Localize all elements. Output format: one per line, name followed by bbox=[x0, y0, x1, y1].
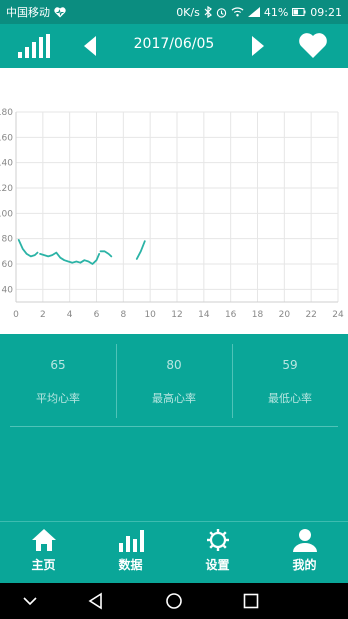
x-tick-label: 24 bbox=[332, 310, 344, 320]
heart-icon[interactable] bbox=[298, 32, 328, 60]
nav-label-home: 主页 bbox=[31, 558, 56, 572]
user-icon bbox=[292, 529, 317, 552]
battery-percent: 41% bbox=[263, 5, 289, 19]
x-tick-label: 8 bbox=[120, 310, 126, 320]
network-speed: 0K/s bbox=[176, 5, 200, 19]
recents-icon[interactable] bbox=[241, 591, 261, 611]
x-tick-label: 10 bbox=[144, 310, 156, 320]
x-tick-label: 0 bbox=[13, 310, 19, 320]
x-tick-label: 2 bbox=[40, 310, 46, 320]
signal-strength-icon bbox=[247, 7, 260, 17]
heart-rate-chart: 0246810121416182022244060801001201401601… bbox=[0, 68, 348, 334]
home-icon bbox=[31, 529, 56, 551]
stat-max-value: 80 bbox=[166, 358, 182, 372]
stats-separator bbox=[10, 426, 338, 427]
nav-item-profile[interactable]: 我的 bbox=[261, 528, 348, 580]
back-icon[interactable] bbox=[86, 591, 106, 611]
nav-label-settings: 设置 bbox=[205, 558, 230, 572]
gear-icon bbox=[206, 529, 229, 551]
status-bar: 中国移动 0K/s 41% 09:21 bbox=[0, 0, 348, 24]
stats-panel: 65 平均心率 80 最高心率 59 最低心率 bbox=[0, 334, 348, 521]
heart-rate-line-segment bbox=[135, 240, 146, 260]
top-bar: 2017/06/05 bbox=[0, 24, 348, 68]
x-tick-label: 18 bbox=[252, 310, 264, 320]
heart-rate-line-segment bbox=[99, 250, 113, 258]
y-tick-label: 40 bbox=[2, 285, 14, 295]
wifi-icon bbox=[231, 7, 244, 17]
signal-bars-icon[interactable] bbox=[18, 34, 50, 58]
y-tick-label: 120 bbox=[0, 184, 13, 194]
carrier-label: 中国移动 bbox=[6, 6, 50, 19]
stat-average-value: 65 bbox=[50, 358, 66, 372]
next-date-button[interactable] bbox=[248, 35, 268, 57]
stat-min-value: 59 bbox=[282, 358, 298, 372]
nav-label-data: 数据 bbox=[118, 558, 143, 572]
nav-label-profile: 我的 bbox=[292, 558, 317, 572]
chart-svg: 0246810121416182022244060801001201401601… bbox=[0, 108, 344, 320]
x-tick-label: 6 bbox=[94, 310, 100, 320]
bottom-nav: 主页 数据 设置 我的 bbox=[0, 521, 348, 583]
battery-icon bbox=[292, 8, 306, 16]
current-date: 2017/06/05 bbox=[133, 36, 215, 52]
nav-item-settings[interactable]: 设置 bbox=[174, 528, 261, 580]
x-tick-label: 20 bbox=[279, 310, 291, 320]
y-tick-label: 60 bbox=[2, 260, 14, 270]
prev-date-button[interactable] bbox=[80, 35, 100, 57]
status-right: 0K/s 41% 09:21 bbox=[176, 6, 342, 19]
y-tick-label: 80 bbox=[2, 235, 14, 245]
y-tick-label: 160 bbox=[0, 133, 13, 143]
stat-min-label: 最低心率 bbox=[268, 392, 312, 405]
chevron-down-icon[interactable] bbox=[20, 591, 40, 611]
stat-average-label: 平均心率 bbox=[36, 392, 80, 405]
home-circle-icon[interactable] bbox=[164, 591, 184, 611]
status-left: 中国移动 bbox=[6, 4, 66, 20]
x-tick-label: 22 bbox=[305, 310, 316, 320]
stat-max-label: 最高心率 bbox=[152, 392, 196, 405]
x-tick-label: 14 bbox=[198, 310, 210, 320]
x-tick-label: 16 bbox=[225, 310, 237, 320]
nav-item-home[interactable]: 主页 bbox=[0, 528, 87, 580]
y-tick-label: 100 bbox=[0, 209, 13, 219]
heart-status-icon bbox=[54, 6, 66, 17]
heart-rate-line-segment bbox=[17, 239, 39, 258]
y-tick-label: 140 bbox=[0, 159, 13, 169]
bluetooth-icon bbox=[204, 6, 212, 18]
y-tick-label: 180 bbox=[0, 108, 13, 118]
bar-chart-icon bbox=[118, 530, 144, 552]
alarm-icon bbox=[216, 7, 227, 18]
x-tick-label: 4 bbox=[67, 310, 73, 320]
stat-max: 80 最高心率 bbox=[116, 344, 232, 418]
stat-average: 65 平均心率 bbox=[0, 344, 116, 418]
system-nav-bar bbox=[0, 583, 348, 619]
x-tick-label: 12 bbox=[171, 310, 182, 320]
clock: 09:21 bbox=[310, 5, 342, 19]
stat-min: 59 最低心率 bbox=[232, 344, 348, 418]
nav-item-data[interactable]: 数据 bbox=[87, 528, 174, 580]
